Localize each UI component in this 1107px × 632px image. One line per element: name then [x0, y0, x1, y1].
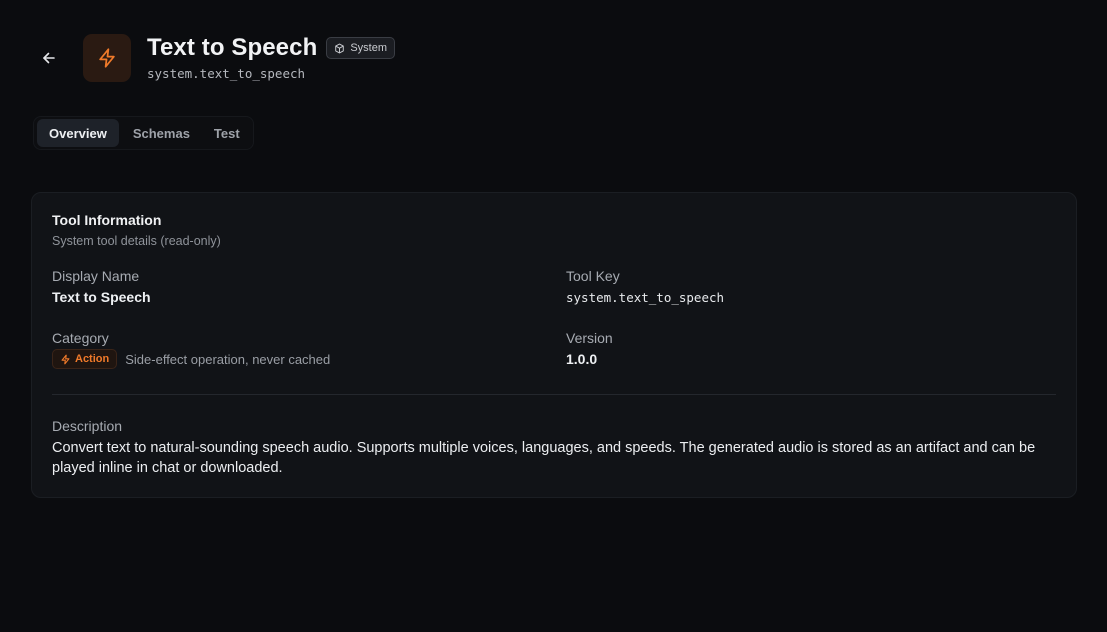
cube-icon — [335, 43, 345, 53]
tool-key-value: system.text_to_speech — [566, 290, 725, 305]
action-badge-label: Action — [75, 353, 110, 365]
lightning-bolt-icon — [61, 354, 70, 364]
page-title: Text to Speech — [147, 34, 318, 61]
display-name-label: Display Name — [52, 268, 140, 284]
description-value: Convert text to natural-sounding speech … — [52, 440, 1036, 476]
card-title: Tool Information — [52, 212, 162, 228]
tab-schemas[interactable]: Schemas — [121, 119, 202, 147]
action-badge: Action — [52, 349, 118, 369]
category-row: Action Side-effect operation, never cach… — [52, 349, 330, 369]
tool-key-label: Tool Key — [566, 268, 620, 284]
tool-information-card: Tool Information System tool details (re… — [31, 192, 1077, 498]
tool-detail-page: Text to Speech System system.text_to_spe… — [0, 0, 1107, 632]
version-label: Version — [566, 330, 613, 346]
category-label: Category — [52, 330, 109, 346]
display-name-value: Text to Speech — [52, 289, 151, 305]
system-badge: System — [326, 37, 396, 59]
card-subtitle: System tool details (read-only) — [52, 234, 221, 248]
back-button[interactable] — [36, 45, 62, 71]
description-label: Description — [52, 418, 123, 434]
version-value: 1.0.0 — [566, 351, 598, 367]
tab-test[interactable]: Test — [204, 119, 250, 147]
tab-bar: Overview Schemas Test — [33, 116, 254, 150]
category-description: Side-effect operation, never cached — [125, 351, 331, 367]
arrow-left-icon — [43, 52, 55, 64]
divider — [52, 394, 1056, 395]
title-row: Text to Speech System — [147, 34, 396, 62]
system-badge-label: System — [350, 42, 388, 54]
tool-key-subtitle: system.text_to_speech — [147, 66, 306, 81]
tool-icon-tile — [83, 34, 131, 82]
lightning-bolt-icon — [99, 48, 115, 68]
tab-overview[interactable]: Overview — [37, 119, 119, 147]
